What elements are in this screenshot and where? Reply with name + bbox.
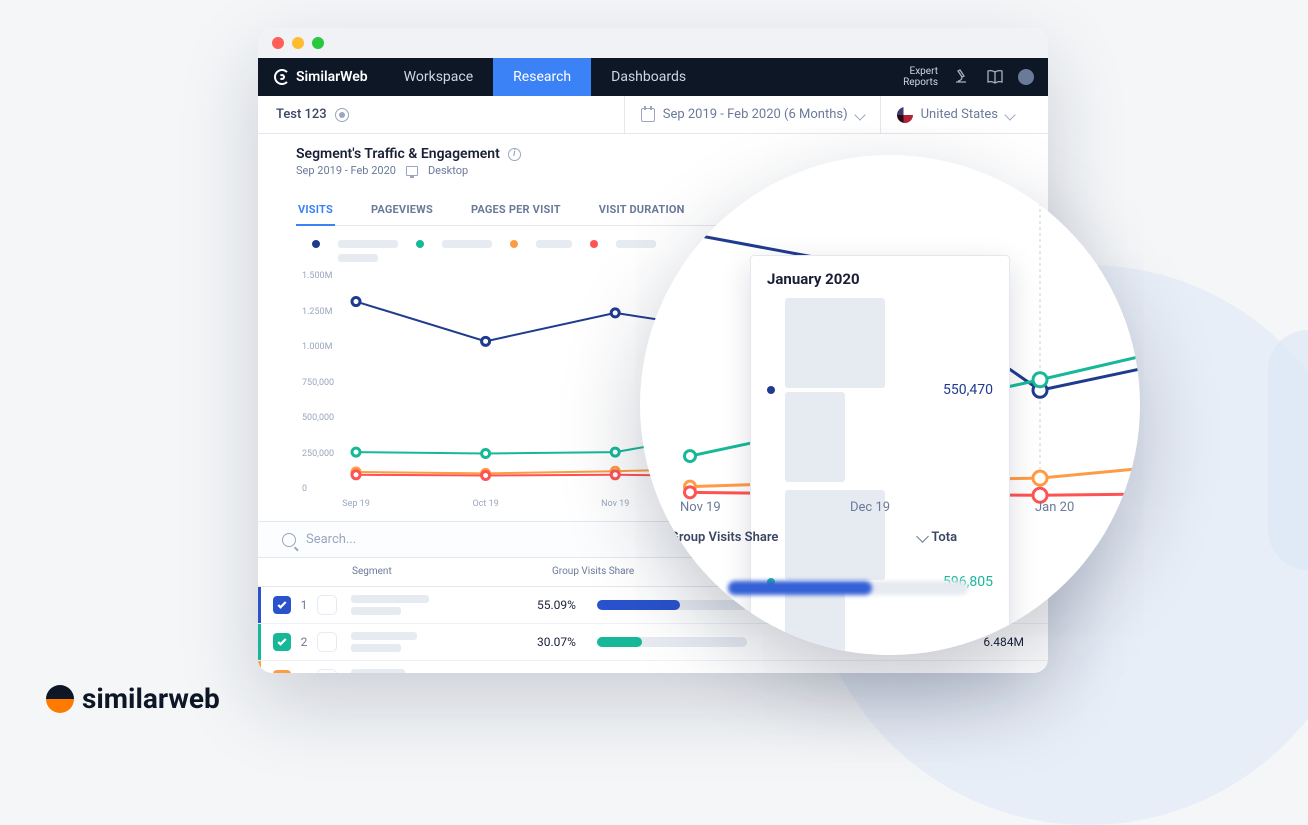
legend-dot-1: [312, 240, 320, 248]
checkbox[interactable]: [273, 633, 291, 651]
share-value: 8.31%: [537, 672, 597, 673]
legend-dot-3: [510, 240, 518, 248]
visits-value: 945,071: [824, 672, 914, 673]
segment-color-swatch[interactable]: [317, 595, 337, 615]
gear-icon[interactable]: [335, 108, 349, 122]
y-tick: 250,000: [302, 449, 334, 459]
tab-pages-per-visit[interactable]: PAGES PER VISIT: [469, 195, 563, 225]
close-icon[interactable]: [272, 37, 284, 49]
zoom-xlabel: Jan 20: [1035, 500, 1074, 515]
segment-color-swatch[interactable]: [317, 632, 337, 652]
table-row[interactable]: 3 8.31% 945,071 2.228M: [258, 661, 1048, 673]
page-title: Test 123: [276, 107, 327, 122]
nav-research[interactable]: Research: [493, 58, 591, 96]
nav-workspace[interactable]: Workspace: [384, 58, 494, 96]
swirl-icon: [46, 685, 74, 713]
sort-desc-icon: [917, 530, 930, 543]
country-picker[interactable]: United States: [880, 96, 1030, 133]
calendar-icon: [641, 108, 655, 122]
checkbox[interactable]: [273, 670, 291, 673]
zoom-table-header: Group Visits Share Tota: [670, 530, 1110, 545]
chevron-down-icon: [1004, 109, 1015, 120]
row-number: 1: [291, 598, 317, 612]
zoom-lens: January 2020 550,470 596,805 162,536 87,…: [640, 155, 1140, 655]
expert-reports-link[interactable]: Expert Reports: [903, 66, 938, 88]
legend-dot-4: [590, 240, 598, 248]
total-value: 2.228M: [914, 672, 1024, 673]
tooltip-title: January 2020: [767, 270, 993, 288]
row-number: 2: [291, 635, 317, 649]
series-dot-icon: [767, 386, 775, 394]
x-tick: Nov 19: [601, 499, 629, 509]
info-icon[interactable]: [508, 148, 521, 161]
checkbox[interactable]: [273, 596, 291, 614]
tooltip-value: 550,470: [943, 382, 993, 398]
search-icon: [282, 533, 296, 547]
microscope-icon[interactable]: [952, 68, 970, 86]
segment-color-swatch[interactable]: [317, 669, 337, 673]
app-logo[interactable]: SimilarWeb: [258, 69, 384, 85]
logo-icon: [274, 69, 290, 85]
chevron-down-icon: [854, 109, 865, 120]
similarweb-brand-logo: similarweb: [46, 682, 220, 715]
x-tick: Oct 19: [472, 499, 498, 509]
y-tick: 1.500M: [302, 271, 332, 281]
tab-visits[interactable]: VISITS: [296, 195, 335, 226]
minimize-icon[interactable]: [292, 37, 304, 49]
window-titlebar: [258, 28, 1048, 58]
chart-tooltip: January 2020 550,470 596,805 162,536 87,…: [750, 255, 1010, 655]
us-flag-icon: [897, 107, 913, 123]
y-tick: 500,000: [302, 413, 334, 423]
y-tick: 0: [302, 484, 307, 494]
share-value: 55.09%: [537, 598, 597, 612]
maximize-icon[interactable]: [312, 37, 324, 49]
y-tick: 1.000M: [302, 342, 332, 352]
app-header: SimilarWeb Workspace Research Dashboards…: [258, 58, 1048, 96]
legend-dot-2: [416, 240, 424, 248]
book-icon[interactable]: [986, 68, 1004, 86]
row-number: 3: [291, 672, 317, 673]
zoom-xlabel: Nov 19: [680, 500, 721, 515]
avatar[interactable]: [1018, 69, 1034, 85]
nav-dashboards[interactable]: Dashboards: [591, 58, 706, 96]
y-tick: 1.250M: [302, 307, 332, 317]
x-tick: Sep 19: [342, 499, 370, 509]
tab-pageviews[interactable]: PAGEVIEWS: [369, 195, 435, 225]
zoom-xlabel: Dec 19: [850, 500, 890, 515]
zoom-share-bar: [728, 581, 968, 595]
sub-header: Test 123 Sep 2019 - Feb 2020 (6 Months) …: [258, 96, 1048, 134]
date-range-picker[interactable]: Sep 2019 - Feb 2020 (6 Months): [624, 96, 880, 133]
share-value: 30.07%: [537, 635, 597, 649]
y-tick: 750,000: [302, 378, 334, 388]
desktop-icon: [406, 166, 418, 176]
tooltip-row: 550,470: [767, 298, 993, 482]
